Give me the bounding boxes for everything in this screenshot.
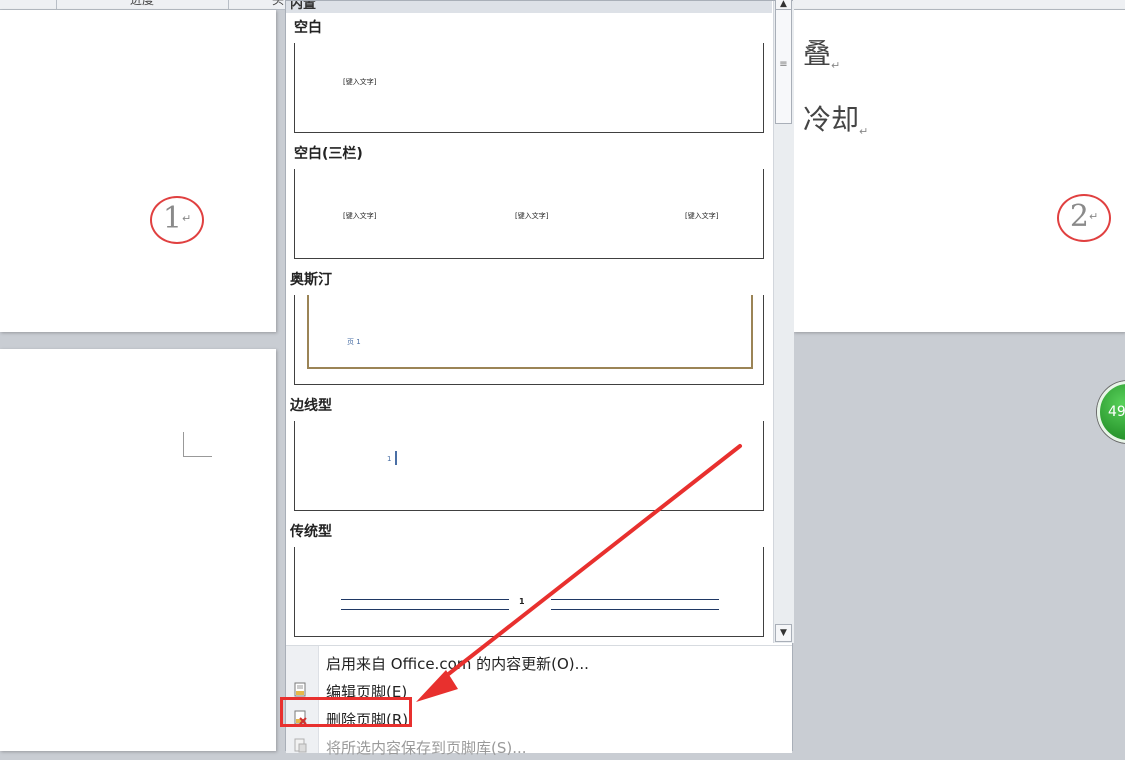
annotation-arrow — [416, 444, 742, 702]
